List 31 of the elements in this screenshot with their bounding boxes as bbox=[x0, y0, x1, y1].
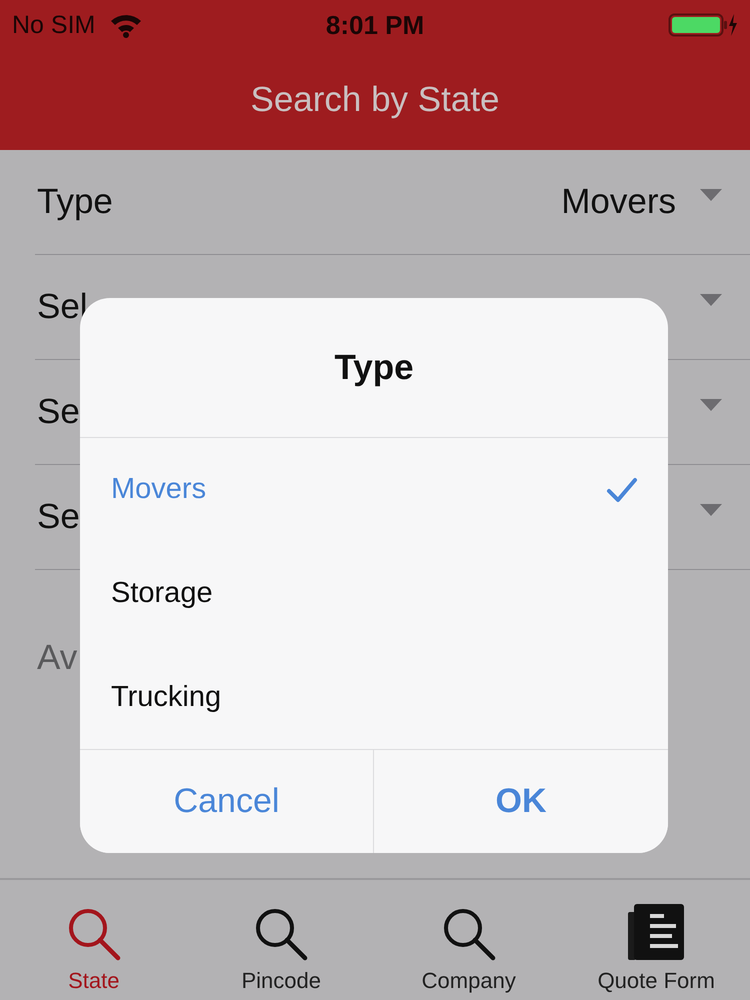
carrier-label: No SIM bbox=[12, 10, 96, 40]
option-item[interactable]: Storage bbox=[80, 542, 668, 646]
dropdown-row[interactable]: Type Movers bbox=[35, 150, 750, 255]
dropdown-arrow-icon bbox=[700, 399, 722, 411]
tab-item[interactable]: State bbox=[0, 880, 188, 1000]
option-item[interactable]: Trucking bbox=[80, 645, 668, 750]
option-label: Trucking bbox=[111, 680, 222, 714]
tab-label: Company bbox=[422, 968, 516, 994]
dropdown-arrow-icon bbox=[700, 504, 722, 516]
row-label: Se bbox=[37, 497, 80, 537]
option-label: Movers bbox=[111, 473, 206, 506]
wifi-icon bbox=[109, 12, 144, 38]
partial-text: Av bbox=[37, 638, 78, 678]
battery-icon bbox=[668, 12, 738, 38]
tab-item[interactable]: Company bbox=[375, 880, 562, 1000]
row-value: Movers bbox=[561, 182, 676, 222]
dropdown-arrow-icon bbox=[700, 294, 722, 306]
dropdown-arrow-icon bbox=[700, 189, 722, 201]
tab-label: Pincode bbox=[241, 968, 321, 994]
screen-title: Search by State bbox=[250, 80, 500, 120]
search-icon bbox=[253, 906, 310, 962]
row-label: Type bbox=[37, 182, 113, 222]
document-icon bbox=[626, 902, 686, 962]
tab-label: Quote Form bbox=[598, 968, 715, 994]
tab-item[interactable]: Quote Form bbox=[562, 880, 750, 1000]
row-label: Se bbox=[37, 392, 80, 432]
tab-label: State bbox=[68, 968, 120, 994]
status-time: 8:01 PM bbox=[324, 10, 426, 40]
checkmark-icon bbox=[606, 476, 638, 503]
option-label: Storage bbox=[111, 577, 213, 610]
tab-item[interactable]: Pincode bbox=[188, 880, 375, 1000]
